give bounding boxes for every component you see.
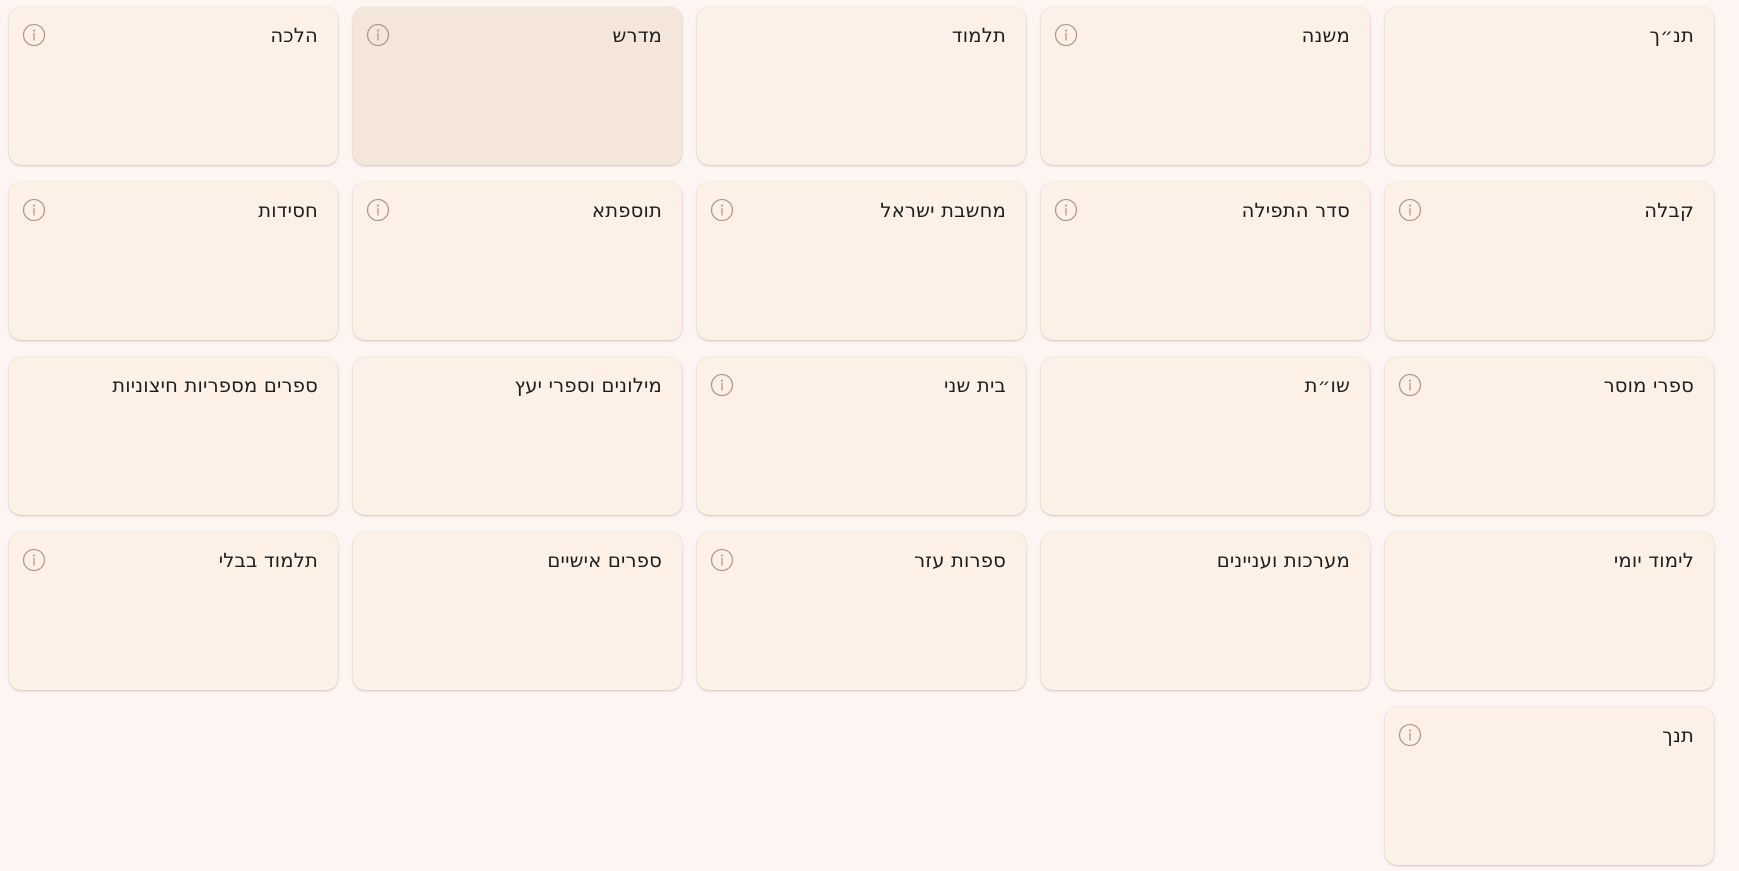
info-icon[interactable] <box>366 23 390 47</box>
category-card[interactable]: לימוד יומי <box>1385 532 1714 690</box>
category-title: ספרות עזר <box>914 549 1006 572</box>
info-icon[interactable] <box>1054 198 1078 222</box>
category-card[interactable]: קבלה <box>1385 182 1714 340</box>
category-card[interactable]: בית שני <box>697 357 1026 515</box>
category-title: תנך <box>1662 724 1694 747</box>
category-card[interactable]: ספרים אישיים <box>353 532 682 690</box>
category-title: מחשבת ישראל <box>880 199 1006 222</box>
category-card[interactable]: תנ״ך <box>1385 7 1714 165</box>
category-title: תלמוד <box>951 24 1006 47</box>
category-title: ספרי מוסר <box>1603 374 1694 397</box>
category-card[interactable]: תלמוד בבלי <box>9 532 338 690</box>
category-title: תוספתא <box>591 199 662 222</box>
category-card[interactable]: ספרים מספריות חיצוניות <box>9 357 338 515</box>
category-title: ספרים מספריות חיצוניות <box>112 374 318 397</box>
info-icon[interactable] <box>1398 373 1422 397</box>
category-title: משנה <box>1301 24 1350 47</box>
category-title: מילונים וספרי יעץ <box>514 374 662 397</box>
category-card[interactable]: ספרות עזר <box>697 532 1026 690</box>
category-card[interactable]: ספרי מוסר <box>1385 357 1714 515</box>
category-card[interactable]: תלמוד <box>697 7 1026 165</box>
info-icon[interactable] <box>22 198 46 222</box>
info-icon[interactable] <box>22 23 46 47</box>
category-card[interactable]: מדרש <box>353 7 682 165</box>
info-icon[interactable] <box>710 198 734 222</box>
category-card[interactable]: תנך <box>1385 707 1714 865</box>
category-title: הלכה <box>270 24 318 47</box>
category-card[interactable]: משנה <box>1041 7 1370 165</box>
category-grid: תנ״ך משנה תלמוד מדרש הלכה קבלה סדר התפילה מחשבת… <box>9 7 1714 865</box>
category-card[interactable]: תוספתא <box>353 182 682 340</box>
category-title: לימוד יומי <box>1613 549 1694 572</box>
info-icon[interactable] <box>710 548 734 572</box>
info-icon[interactable] <box>1054 23 1078 47</box>
category-card[interactable]: סדר התפילה <box>1041 182 1370 340</box>
category-card[interactable]: חסידות <box>9 182 338 340</box>
category-card[interactable]: מחשבת ישראל <box>697 182 1026 340</box>
info-icon[interactable] <box>22 548 46 572</box>
category-title: תלמוד בבלי <box>218 549 318 572</box>
category-title: בית שני <box>943 374 1006 397</box>
category-title: שו״ת <box>1304 374 1350 397</box>
info-icon[interactable] <box>1398 198 1422 222</box>
category-title: מערכות ועניינים <box>1216 549 1350 572</box>
info-icon[interactable] <box>366 198 390 222</box>
category-card[interactable]: הלכה <box>9 7 338 165</box>
info-icon[interactable] <box>1398 723 1422 747</box>
category-card[interactable]: שו״ת <box>1041 357 1370 515</box>
info-icon[interactable] <box>710 373 734 397</box>
category-card[interactable]: מילונים וספרי יעץ <box>353 357 682 515</box>
category-title: ספרים אישיים <box>547 549 662 572</box>
category-title: סדר התפילה <box>1241 199 1350 222</box>
category-title: חסידות <box>258 199 318 222</box>
category-title: מדרש <box>612 24 662 47</box>
category-title: קבלה <box>1644 199 1694 222</box>
category-title: תנ״ך <box>1649 24 1694 47</box>
category-card[interactable]: מערכות ועניינים <box>1041 532 1370 690</box>
